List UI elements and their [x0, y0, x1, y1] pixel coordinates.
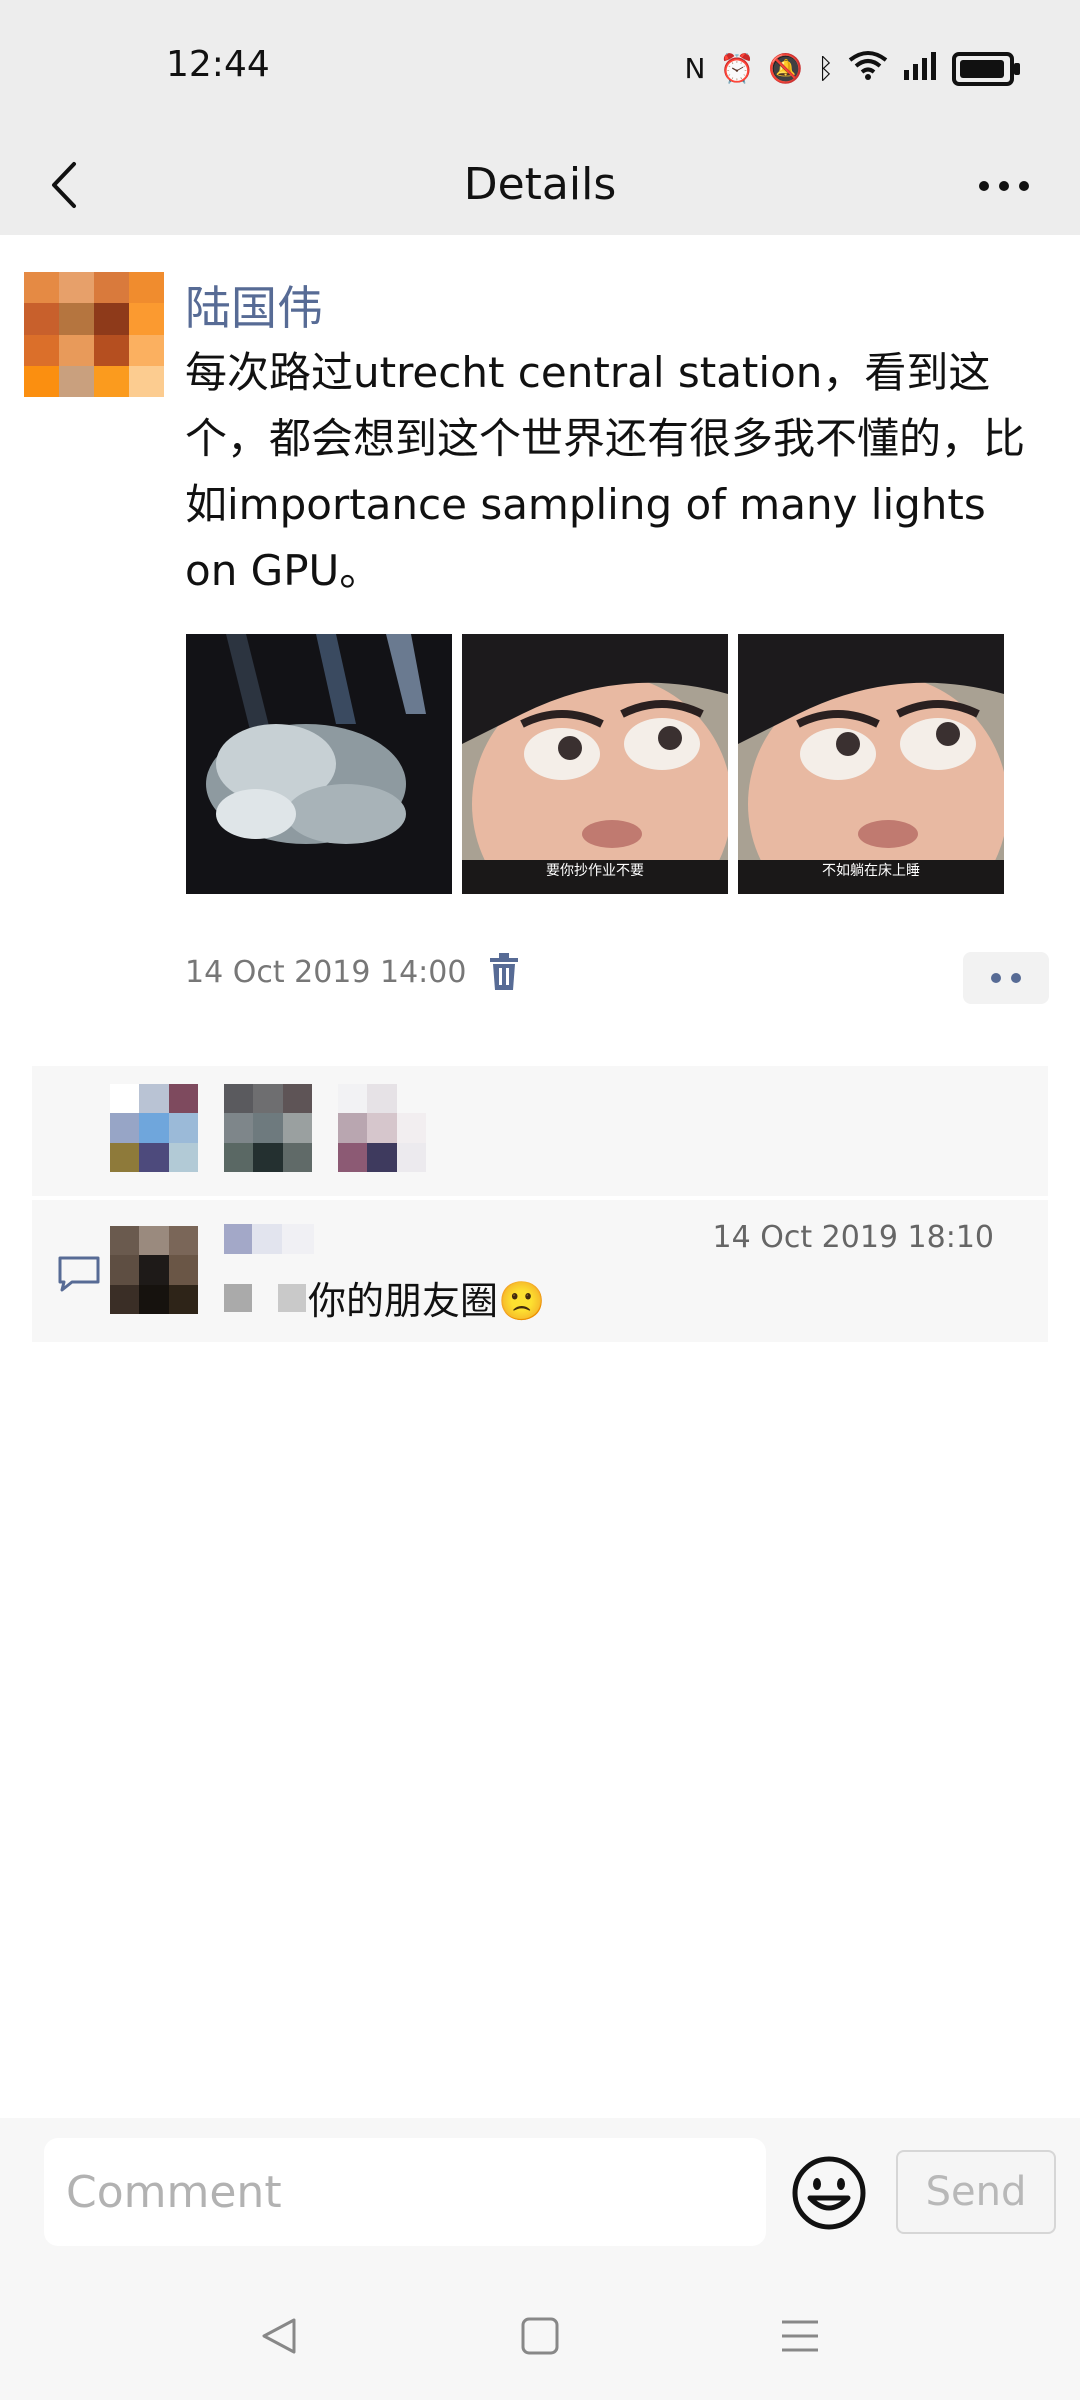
more-icon [974, 176, 1034, 195]
like-comment-button[interactable] [963, 952, 1049, 1004]
post-photo-1[interactable] [186, 634, 452, 894]
delete-icon [490, 953, 518, 990]
dot-icon [991, 973, 1001, 983]
status-icons: Ν ⏰ 🔕 ᛒ [684, 50, 1020, 87]
comment-timestamp: 14 Oct 2019 18:10 [712, 1220, 994, 1255]
post-username[interactable]: 陆国伟 [185, 272, 323, 338]
comment-input[interactable] [44, 2138, 766, 2246]
system-nav-bar [0, 2280, 1080, 2390]
status-bar: 12:44 Ν ⏰ 🔕 ᛒ [0, 0, 1080, 135]
alarm-icon: ⏰ [719, 52, 755, 85]
bluetooth-icon: ᛒ [817, 52, 834, 85]
delete-button[interactable] [486, 952, 522, 992]
photo-caption: 不如躺在床上睡 [822, 863, 920, 879]
comment-section: 14 Oct 2019 18:10 你的朋友圈🙁 [32, 1200, 1048, 1342]
nav-home-icon [521, 2317, 559, 2355]
nav-menu-icon [782, 2320, 818, 2352]
emoji-icon [792, 2156, 866, 2230]
nav-home-button[interactable] [510, 2306, 570, 2366]
send-button[interactable]: Send [896, 2150, 1056, 2234]
more-button[interactable] [954, 135, 1054, 235]
post-timestamp: 14 Oct 2019 14:00 [185, 955, 467, 990]
signal-icon [902, 50, 938, 87]
post-avatar[interactable] [24, 272, 164, 397]
page-title: Details [463, 159, 617, 210]
comment-text: 你的朋友圈🙁 [308, 1279, 546, 1323]
comment-input-bar: Send [0, 2118, 1080, 2400]
emoji-button[interactable] [790, 2154, 868, 2232]
title-bar: Details [0, 135, 1080, 235]
comment-text-row: 你的朋友圈🙁 [224, 1270, 545, 1325]
mute-icon: 🔕 [768, 52, 804, 85]
like-avatar[interactable] [224, 1084, 312, 1172]
commenter-name[interactable] [224, 1224, 314, 1254]
comment-bubble-icon [58, 1256, 100, 1292]
like-avatar[interactable] [110, 1084, 198, 1172]
wifi-icon [848, 50, 888, 87]
comment-avatar[interactable] [110, 1226, 198, 1314]
post-photo-3[interactable]: 不如躺在床上睡 [738, 634, 1004, 894]
status-time: 12:44 [166, 44, 270, 85]
nav-back-button[interactable] [250, 2306, 310, 2366]
post-text: 每次路过utrecht central station，看到这个，都会想到这个世… [185, 348, 1026, 595]
nav-back-icon [262, 2318, 296, 2354]
photo-caption: 要你抄作业不要 [546, 863, 644, 879]
battery-icon [952, 51, 1020, 86]
post-photo-2[interactable]: 要你抄作业不要 [462, 634, 728, 894]
nav-menu-button[interactable] [770, 2306, 830, 2366]
like-avatar[interactable] [338, 1084, 426, 1172]
likes-section [32, 1066, 1048, 1196]
dot-icon [1011, 973, 1021, 983]
nfc-icon: Ν [684, 52, 706, 85]
